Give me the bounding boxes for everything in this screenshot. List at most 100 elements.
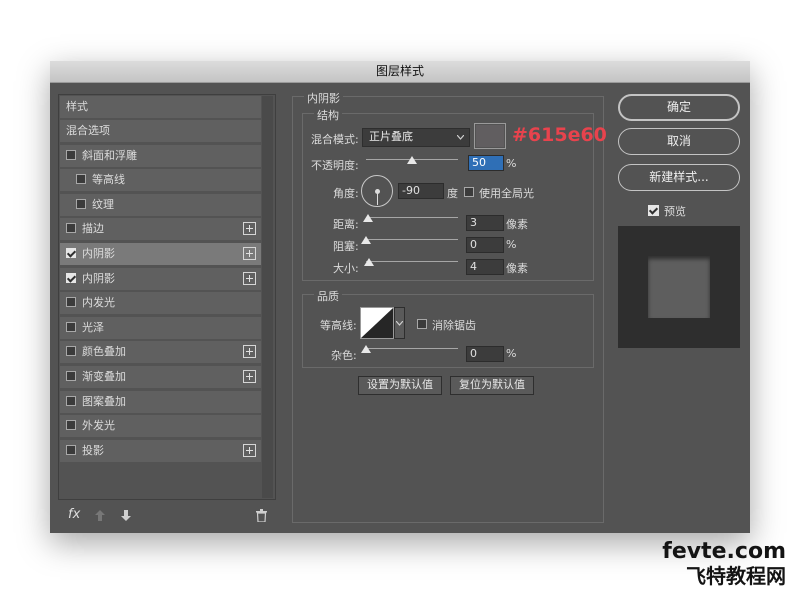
add-effect-icon[interactable]	[243, 370, 256, 383]
color-annotation: #615e60	[512, 124, 607, 146]
style-item-label: 内发光	[82, 296, 115, 310]
list-scrollbar[interactable]	[262, 96, 273, 498]
style-preview	[618, 226, 740, 348]
size-unit: 像素	[506, 262, 528, 275]
down-arrow-icon[interactable]	[121, 510, 131, 521]
distance-input[interactable]: 3	[466, 215, 504, 231]
opacity-input[interactable]: 50	[468, 155, 504, 171]
style-item-checkbox[interactable]	[66, 444, 76, 455]
add-effect-icon[interactable]	[243, 271, 256, 285]
style-item[interactable]: 投影	[60, 439, 261, 462]
angle-label: 角度:	[333, 187, 359, 200]
angle-unit: 度	[447, 187, 458, 200]
choke-percent: %	[506, 238, 517, 251]
style-item-label: 纹理	[92, 197, 114, 211]
preview-checkbox[interactable]	[648, 205, 659, 216]
style-item[interactable]: 内阴影	[60, 267, 261, 290]
angle-input[interactable]: -90	[398, 183, 444, 199]
noise-slider-thumb[interactable]	[361, 345, 371, 353]
style-item-label: 投影	[82, 443, 104, 457]
style-item-checkbox[interactable]	[66, 395, 76, 406]
style-item-checkbox[interactable]	[66, 248, 76, 258]
style-item[interactable]: 外发光	[60, 415, 261, 438]
style-item[interactable]: 描边	[60, 218, 261, 241]
size-input[interactable]: 4	[466, 259, 504, 275]
style-item[interactable]: 纹理	[60, 193, 261, 216]
choke-slider[interactable]	[366, 239, 458, 240]
new-style-button[interactable]: 新建样式...	[618, 164, 740, 191]
trash-icon[interactable]	[256, 509, 267, 522]
add-effect-icon[interactable]	[243, 247, 256, 260]
watermark-name: 飞特教程网	[686, 564, 786, 588]
style-item-checkbox[interactable]	[76, 174, 86, 185]
style-item-label: 等高线	[92, 173, 125, 187]
blend-mode-select[interactable]: 正片叠底	[362, 128, 470, 147]
style-item[interactable]: 等高线	[60, 169, 261, 192]
list-footer: fx	[59, 504, 275, 528]
cancel-button[interactable]: 取消	[618, 128, 740, 155]
add-effect-icon[interactable]	[243, 222, 256, 236]
contour-dropdown[interactable]	[394, 307, 405, 339]
style-item[interactable]: 内阴影	[60, 243, 261, 265]
choke-label: 阻塞:	[333, 240, 359, 253]
site-watermark: fevte.com 飞特教程网	[662, 540, 786, 589]
contour-curve-icon	[361, 308, 393, 338]
add-effect-icon[interactable]	[243, 443, 256, 457]
blend-mode-value: 正片叠底	[369, 130, 413, 143]
reset-default-button[interactable]: 复位为默认值	[450, 376, 534, 395]
size-slider[interactable]	[366, 261, 458, 262]
size-slider-thumb[interactable]	[364, 258, 374, 266]
fx-button[interactable]: fx	[68, 507, 80, 522]
style-item[interactable]: 图案叠加	[60, 390, 261, 413]
add-effect-icon[interactable]	[243, 345, 256, 359]
style-item-checkbox[interactable]	[66, 223, 76, 234]
choke-slider-thumb[interactable]	[361, 236, 371, 244]
style-item-label: 光泽	[82, 320, 104, 334]
style-item-label: 内阴影	[82, 271, 115, 285]
style-item[interactable]: 颜色叠加	[60, 341, 261, 364]
style-item[interactable]: 渐变叠加	[60, 366, 261, 388]
layer-style-dialog: 图层样式 样式 混合选项 斜面和浮雕 等高线 纹理 描边 内阴影 内阴影 内发光 光泽 颜色叠加渐…	[50, 61, 750, 533]
noise-slider[interactable]	[366, 348, 458, 349]
distance-label: 距离:	[333, 218, 359, 231]
style-item-checkbox[interactable]	[66, 149, 76, 160]
style-item-checkbox[interactable]	[66, 371, 76, 381]
style-item-checkbox[interactable]	[66, 321, 76, 332]
global-light-checkbox[interactable]	[464, 187, 474, 197]
distance-slider-thumb[interactable]	[363, 214, 373, 222]
style-item-label: 斜面和浮雕	[82, 148, 137, 162]
contour-preview[interactable]	[360, 307, 394, 339]
blend-mode-label: 混合模式:	[311, 133, 359, 146]
global-light-label: 使用全局光	[479, 187, 534, 200]
style-item-checkbox[interactable]	[66, 297, 76, 308]
style-item-label: 内阴影	[82, 247, 115, 260]
style-item-checkbox[interactable]	[76, 198, 86, 209]
style-item-label: 混合选项	[66, 124, 110, 137]
up-arrow-icon[interactable]	[95, 510, 105, 521]
style-item[interactable]: 混合选项	[60, 120, 261, 142]
opacity-slider-thumb[interactable]	[407, 156, 417, 164]
style-item-checkbox[interactable]	[66, 272, 76, 283]
preview-swatch	[648, 256, 710, 318]
style-item[interactable]: 内发光	[60, 292, 261, 315]
angle-dial[interactable]	[361, 175, 393, 207]
distance-slider[interactable]	[366, 217, 458, 218]
chevron-down-icon	[396, 321, 403, 326]
style-item-label: 外发光	[82, 419, 115, 433]
anti-alias-label: 消除锯齿	[432, 319, 476, 332]
shadow-color-swatch[interactable]	[474, 123, 506, 149]
noise-input[interactable]: 0	[466, 346, 504, 362]
contour-label: 等高线:	[320, 319, 357, 332]
distance-unit: 像素	[506, 218, 528, 231]
noise-label: 杂色:	[331, 349, 357, 362]
style-item[interactable]: 光泽	[60, 316, 261, 339]
style-item[interactable]: 斜面和浮雕	[60, 144, 261, 167]
anti-alias-checkbox[interactable]	[417, 319, 427, 329]
style-item-checkbox[interactable]	[66, 420, 76, 431]
make-default-button[interactable]: 设置为默认值	[358, 376, 442, 395]
ok-button[interactable]: 确定	[618, 94, 740, 121]
style-header[interactable]: 样式	[60, 96, 261, 118]
choke-input[interactable]: 0	[466, 237, 504, 253]
style-item-checkbox[interactable]	[66, 346, 76, 357]
opacity-percent: %	[506, 157, 517, 170]
